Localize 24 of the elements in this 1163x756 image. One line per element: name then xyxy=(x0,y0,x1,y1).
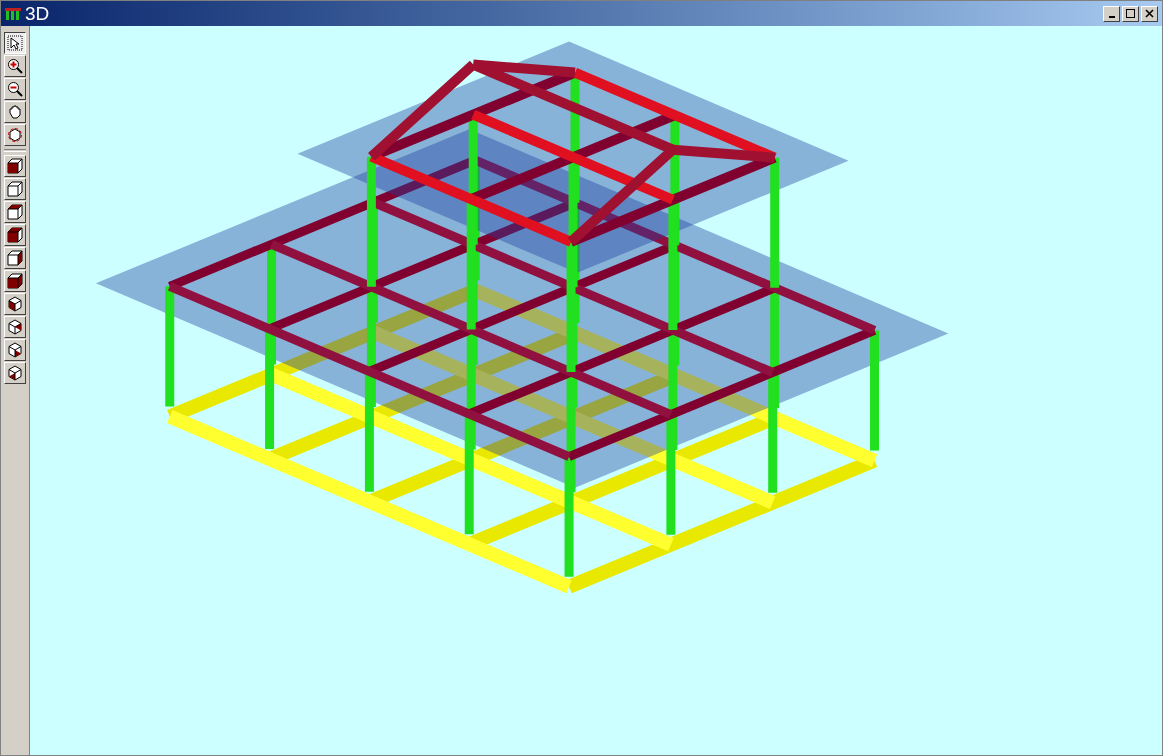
cube-icon xyxy=(7,204,23,220)
cube-icon xyxy=(7,365,23,381)
rotate-icon xyxy=(7,127,23,143)
close-icon xyxy=(1145,9,1154,18)
cube-icon xyxy=(7,158,23,174)
cube-icon xyxy=(7,342,23,358)
close-button[interactable] xyxy=(1141,5,1158,22)
window-title: 3D xyxy=(25,4,50,23)
zoom-in-icon xyxy=(7,58,23,74)
tool-button[interactable] xyxy=(4,32,26,54)
cube-icon xyxy=(7,181,23,197)
cube-icon xyxy=(7,296,23,312)
cube-icon xyxy=(7,319,23,335)
cube-icon xyxy=(7,250,23,266)
minimize-icon xyxy=(1108,16,1115,18)
maximize-button[interactable] xyxy=(1122,5,1139,22)
zoom-out-icon xyxy=(7,81,23,97)
cube-icon xyxy=(7,227,23,243)
pointer-icon xyxy=(7,35,23,51)
maximize-icon xyxy=(1126,9,1135,18)
minimize-button[interactable] xyxy=(1103,5,1120,22)
app-icon xyxy=(5,7,21,20)
viewport-3d[interactable] xyxy=(29,26,1162,755)
cube-icon xyxy=(7,273,23,289)
